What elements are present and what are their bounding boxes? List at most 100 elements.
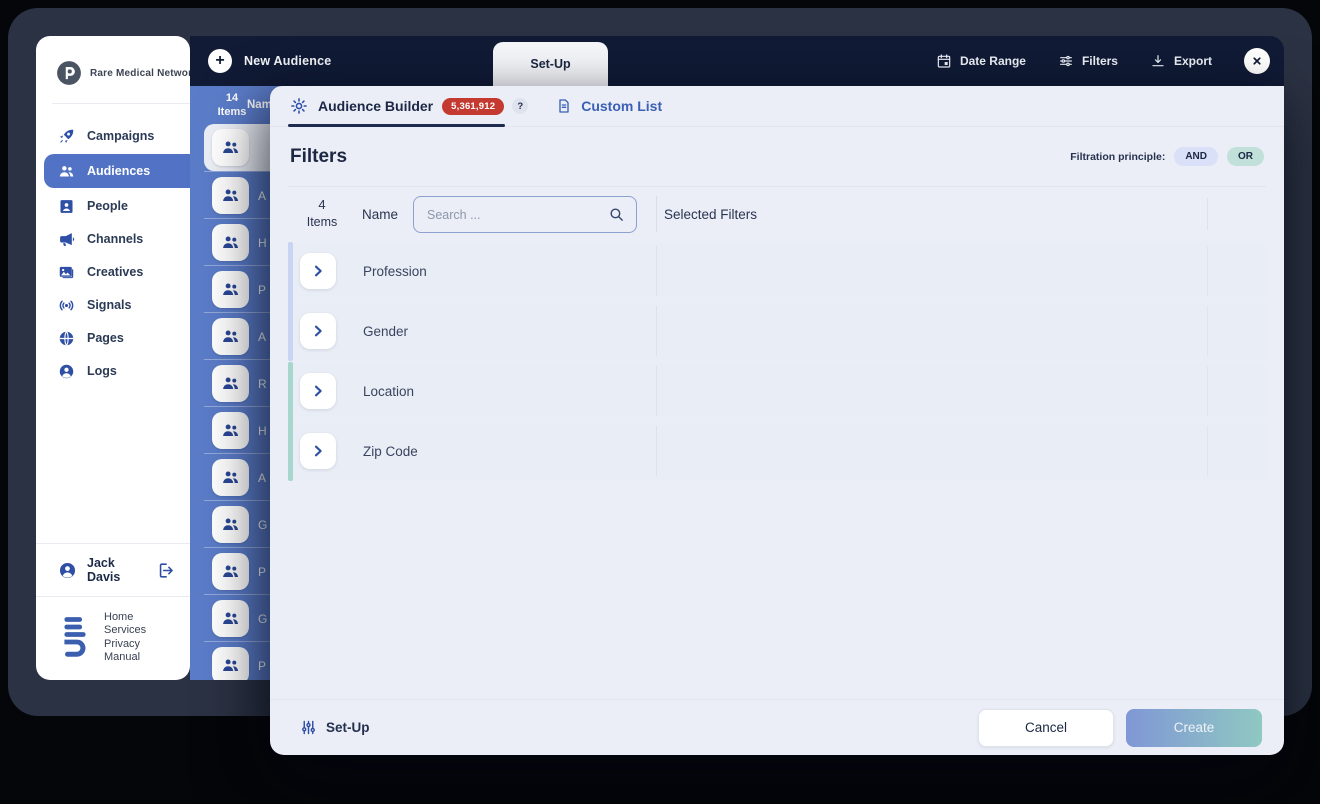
footer-link-home[interactable]: Home [104,611,146,624]
sidebar-item-campaigns[interactable]: Campaigns [36,121,190,151]
audience-people-icon[interactable] [212,647,249,680]
expand-button[interactable] [300,253,336,289]
audience-people-icon[interactable] [212,412,249,449]
export-label: Export [1174,54,1212,68]
sidebar-item-label: Channels [87,232,143,246]
sidebar-item-pages[interactable]: Pages [36,323,190,353]
audience-name: P [258,266,266,313]
date-range-button[interactable]: Date Range [936,53,1026,69]
new-audience-label: New Audience [244,54,331,68]
cancel-button[interactable]: Cancel [978,709,1114,747]
user-circle-icon [58,363,75,380]
sidebar-nav: Campaigns Audiences People Channels Crea… [36,121,190,389]
gear-icon [290,97,308,115]
column-divider [1207,366,1208,416]
audience-people-icon[interactable] [212,365,249,402]
user-avatar-icon [58,561,77,580]
sliders-icon [1058,53,1074,69]
sidebar-item-label: People [87,199,128,213]
search-input[interactable] [414,208,608,222]
topbar-actions: Date Range Filters Export [936,36,1270,86]
modal-footer: Set-Up Cancel Create [270,699,1284,755]
sidebar: Rare Medical Network Campaigns Audiences… [36,36,190,680]
close-button[interactable] [1244,48,1270,74]
or-toggle[interactable]: OR [1227,147,1264,166]
audience-name: A [258,172,266,219]
filters-heading-row: Filters Filtration principle: AND OR [270,127,1284,186]
audience-people-icon[interactable] [212,553,249,590]
audience-people-icon[interactable] [212,271,249,308]
megaphone-icon [58,231,75,248]
signal-icon [58,297,75,314]
footer-link-manual[interactable]: Manual [104,651,146,664]
audience-people-icon[interactable] [212,506,249,543]
sidebar-item-signals[interactable]: Signals [36,290,190,320]
expand-button[interactable] [300,313,336,349]
logout-icon[interactable] [157,561,176,580]
audience-builder-modal: Audience Builder 5,361,912 ? Custom List… [270,86,1284,755]
download-icon [1150,53,1166,69]
column-divider [656,196,657,232]
brand: Rare Medical Network [36,36,190,86]
filter-row-label: Zip Code [363,422,418,480]
new-audience-button[interactable]: + New Audience [190,49,331,73]
audience-name: A [258,313,266,360]
sidebar-item-channels[interactable]: Channels [36,224,190,254]
sidebar-footer: Home Services Privacy Manual [36,596,190,680]
filters-button[interactable]: Filters [1058,53,1118,69]
sidebar-item-label: Signals [87,298,131,312]
audience-people-icon[interactable] [212,318,249,355]
column-divider [1207,246,1208,296]
footer-links: Home Services Privacy Manual [104,611,146,664]
tab-set-up[interactable]: Set-Up [493,42,608,86]
expand-button[interactable] [300,433,336,469]
chevron-right-icon [310,383,326,399]
divider [52,103,190,104]
filter-row-profession: Profession [293,242,1266,300]
five-logo-icon [60,611,90,664]
screen: + New Audience Date Range Filters Export… [0,0,1320,804]
audience-people-icon[interactable] [212,177,249,214]
column-divider [656,306,657,356]
sidebar-item-label: Creatives [87,265,143,279]
filter-count: 4 Items [270,186,374,242]
globe-icon [58,330,75,347]
audience-name: H [258,219,267,266]
tab-audience-builder[interactable]: Audience Builder 5,361,912 ? [290,97,528,115]
tab-custom-list-label: Custom List [581,98,662,114]
create-button[interactable]: Create [1126,709,1262,747]
sidebar-item-people[interactable]: People [36,191,190,221]
footer-link-privacy[interactable]: Privacy [104,638,146,651]
and-toggle[interactable]: AND [1174,147,1218,166]
selected-filters-column-header: Selected Filters [664,186,757,242]
help-icon[interactable]: ? [512,98,528,114]
sidebar-item-logs[interactable]: Logs [36,356,190,386]
expand-button[interactable] [300,373,336,409]
filter-list-header: 4 Items Name Selected Filters [270,186,1284,242]
filters-heading: Filters [290,146,347,168]
filter-rows: Profession Gender Location Zip Code [270,242,1284,482]
column-divider [656,366,657,416]
modal-tabs: Audience Builder 5,361,912 ? Custom List [270,86,1284,127]
audience-people-icon[interactable] [212,224,249,261]
search-icon[interactable] [608,206,625,223]
audience-people-icon[interactable] [212,129,249,166]
chevron-right-icon [310,323,326,339]
brand-name: Rare Medical Network [90,68,190,79]
column-divider [1207,306,1208,356]
tab-custom-list[interactable]: Custom List [556,98,662,114]
sidebar-item-creatives[interactable]: Creatives [36,257,190,287]
rocket-icon [58,128,75,145]
export-button[interactable]: Export [1150,53,1212,69]
footer-link-services[interactable]: Services [104,624,146,637]
brand-logo-icon [56,60,82,86]
audience-people-icon[interactable] [212,459,249,496]
sidebar-item-label: Campaigns [87,129,154,143]
audience-name: P [258,548,266,595]
tab-audience-builder-label: Audience Builder [318,98,433,114]
setup-footer-button[interactable]: Set-Up [300,719,370,736]
audience-name: A [258,454,266,501]
audience-people-icon[interactable] [212,600,249,637]
sidebar-item-audiences[interactable]: Audiences [44,154,190,188]
vertical-sliders-icon [300,719,317,736]
